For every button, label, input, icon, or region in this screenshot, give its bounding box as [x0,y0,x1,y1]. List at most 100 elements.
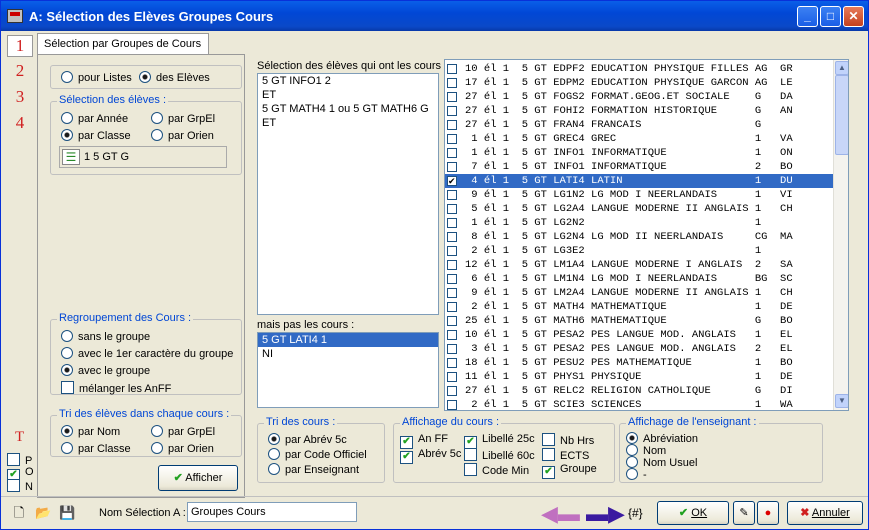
tri-par-classe-radio[interactable]: par Classe [61,442,131,455]
row-checkbox[interactable] [447,64,457,74]
table-row[interactable]: 1 él 1 5 GT GREC4 GREC 1 VA [445,132,835,146]
title-bar[interactable]: A: Sélection des Elèves Groupes Cours _ … [1,1,868,31]
grid-scrollbar[interactable]: ▲ ▼ [833,60,848,410]
lib25-checkbox[interactable]: Libellé 25c [464,433,535,449]
list-item[interactable]: ET [258,88,438,102]
row-checkbox[interactable] [447,218,457,228]
table-row[interactable]: 27 él 1 5 GT FOGS2 FORMAT.GEOG.ET SOCIAL… [445,90,835,104]
table-row[interactable]: 2 él 1 5 GT LG3E2 1 [445,244,835,258]
edit-button[interactable]: ✎ [733,501,755,525]
row-checkbox[interactable] [447,316,457,326]
table-row[interactable]: 2 él 1 5 GT SCIE3 SCIENCES 1 WA [445,398,835,410]
nbhrs-checkbox[interactable]: Nb Hrs [542,433,594,447]
tri-code-radio[interactable]: par Code Officiel [268,448,367,461]
table-row[interactable]: 7 él 1 5 GT INFO1 INFORMATIQUE 2 BO [445,160,835,174]
row-checkbox[interactable] [447,400,457,410]
table-row[interactable]: 17 él 1 5 GT EDPM2 EDUCATION PHYSIQUE GA… [445,76,835,90]
avec-1er-radio[interactable]: avec le 1er caractère du groupe [61,347,233,360]
row-checkbox[interactable] [447,288,457,298]
tri-par-orien-radio[interactable]: par Orien [151,442,214,455]
table-row[interactable]: 10 él 1 5 GT EDPF2 EDUCATION PHYSIQUE FI… [445,62,835,76]
list-item[interactable]: ET [258,116,438,130]
table-row[interactable]: 27 él 1 5 GT FRAN4 FRANCAIS G [445,118,835,132]
sans-groupe-radio[interactable]: sans le groupe [61,330,150,343]
row-checkbox[interactable] [447,344,457,354]
table-row[interactable]: 2 él 1 5 GT MATH4 MATHEMATIQUE 1 DE [445,300,835,314]
p-checkbox[interactable]: P [7,453,32,467]
row-checkbox[interactable] [447,92,457,102]
table-row[interactable]: 10 él 1 5 GT PESA2 PES LANGUE MOD. ANGLA… [445,328,835,342]
par-classe-radio[interactable]: par Classe [61,129,131,142]
list-icon[interactable]: ☰ [62,149,80,165]
row-checkbox[interactable] [447,134,457,144]
par-annee-radio[interactable]: par Année [61,112,128,125]
ects-checkbox[interactable]: ECTS [542,448,589,462]
table-row[interactable]: 11 él 1 5 GT PHYS1 PHYSIQUE 1 DE [445,370,835,384]
step-3[interactable]: 3 [7,87,33,109]
scroll-down-icon[interactable]: ▼ [835,394,848,408]
row-checkbox[interactable] [447,106,457,116]
afficher-button[interactable]: ✔ Afficher [158,465,238,491]
table-row[interactable]: 3 él 1 5 GT PESA2 PES LANGUE MOD. ANGLAI… [445,342,835,356]
table-row[interactable]: 27 él 1 5 GT FOHI2 FORMATION HISTORIQUE … [445,104,835,118]
arrow-left-icon[interactable]: ◀▬ [541,501,580,527]
row-checkbox[interactable] [447,162,457,172]
step-1[interactable]: 1 [7,35,33,57]
table-row[interactable]: 27 él 1 5 GT RELC2 RELIGION CATHOLIQUE G… [445,384,835,398]
row-checkbox[interactable] [447,302,457,312]
par-orien-radio[interactable]: par Orien [151,129,214,142]
classe-selector[interactable]: ☰ 1 5 GT G [59,146,227,168]
row-checkbox[interactable] [447,330,457,340]
row-checkbox[interactable] [447,274,457,284]
codemin-checkbox[interactable]: Code Min [464,463,529,477]
hash-button[interactable]: {#} [628,506,643,520]
anff-checkbox[interactable]: An FF [400,433,448,449]
tri-par-nom-radio[interactable]: par Nom [61,425,120,438]
save-icon[interactable]: 💾 [59,505,75,521]
mode-listes-radio[interactable]: pour Listes [61,71,132,84]
close-button[interactable]: ✕ [843,6,864,27]
maximize-button[interactable]: □ [820,6,841,27]
table-row[interactable]: 1 él 1 5 GT LG2N2 1 [445,216,835,230]
scroll-up-icon[interactable]: ▲ [835,61,848,75]
abrev5c-checkbox[interactable]: Abrév 5c [400,448,461,464]
record-button[interactable]: ● [757,501,779,525]
arrow-right-icon[interactable]: ▬▶ [586,501,625,527]
row-checkbox[interactable] [447,386,457,396]
table-row[interactable]: 4 él 1 5 GT LATI4 LATIN 1 DU [445,174,835,189]
list-item[interactable]: 5 GT MATH4 1 ou 5 GT MATH6 G [258,102,438,116]
tab-groupes-cours[interactable]: Sélection par Groupes de Cours [37,33,209,55]
cours-listbox[interactable]: 5 GT INFO1 2 ET 5 GT MATH4 1 ou 5 GT MAT… [257,73,439,315]
table-row[interactable]: 12 él 1 5 GT LM1A4 LANGUE MODERNE I ANGL… [445,258,835,272]
tri-ens-radio[interactable]: par Enseignant [268,463,359,476]
table-row[interactable]: 9 él 1 5 GT LM2A4 LANGUE MODERNE II ANGL… [445,286,835,300]
open-folder-icon[interactable]: 📂 [35,505,51,521]
melanger-checkbox[interactable]: mélanger les AnFF [61,381,171,395]
annuler-button[interactable]: ✖ Annuler [787,501,863,525]
table-row[interactable]: 5 él 1 5 GT LG2A4 LANGUE MODERNE II ANGL… [445,202,835,216]
list-item[interactable]: NI [258,347,438,361]
row-checkbox[interactable] [447,232,457,242]
ok-button[interactable]: ✔ OK [657,501,729,525]
tri-par-grpel-radio[interactable]: par GrpEl [151,425,215,438]
list-item[interactable]: 5 GT INFO1 2 [258,74,438,88]
row-checkbox[interactable] [447,372,457,382]
mode-eleves-radio[interactable]: des Elèves [139,71,210,84]
step-2[interactable]: 2 [7,61,33,83]
table-row[interactable]: 9 él 1 5 GT LG1N2 LG MOD I NEERLANDAIS 1… [445,188,835,202]
new-file-icon[interactable]: 🗋 [11,505,27,521]
lib60-checkbox[interactable]: Libellé 60c [464,448,535,462]
cours-grid[interactable]: 2 él 1 5 GT SCIE3 SCIENCES 1 WA 27 él 1 5… [444,59,849,411]
row-checkbox[interactable] [447,190,457,200]
step-4[interactable]: 4 [7,113,33,135]
table-row[interactable]: 25 él 1 5 GT MATH6 MATHEMATIQUE G BO [445,314,835,328]
row-checkbox[interactable] [447,175,457,189]
nom-selection-input[interactable]: Groupes Cours [187,502,357,522]
row-checkbox[interactable] [447,148,457,158]
tri-abrev-radio[interactable]: par Abrév 5c [268,433,347,446]
groupe-checkbox[interactable]: Groupe [542,463,597,479]
n-checkbox[interactable]: N [7,479,33,493]
row-checkbox[interactable] [447,246,457,256]
row-checkbox[interactable] [447,260,457,270]
minimize-button[interactable]: _ [797,6,818,27]
